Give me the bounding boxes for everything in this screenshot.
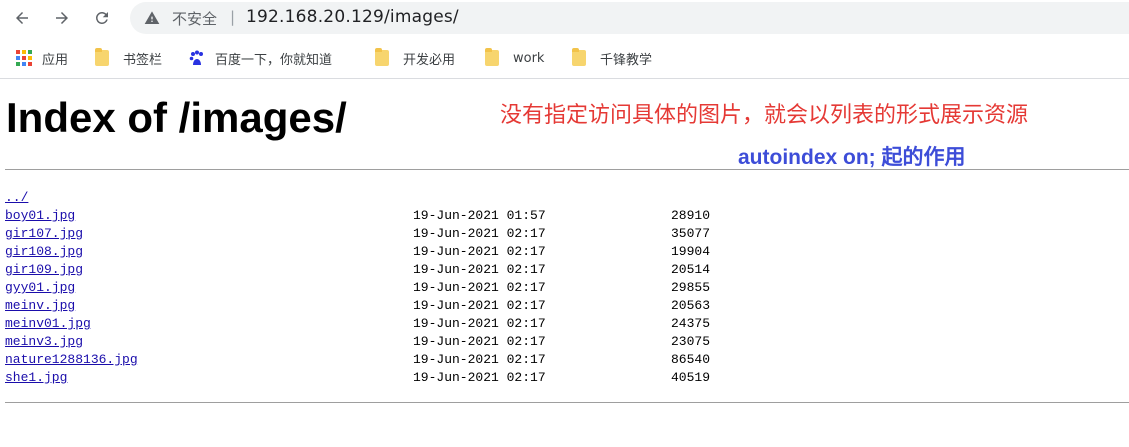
file-link[interactable]: she1.jpg bbox=[5, 369, 67, 387]
forward-button[interactable] bbox=[48, 4, 76, 32]
folder-icon bbox=[375, 48, 389, 66]
file-size: 40519 bbox=[670, 370, 710, 385]
file-size: 20514 bbox=[670, 262, 710, 277]
file-size: 35077 bbox=[670, 226, 710, 241]
folder-icon bbox=[95, 48, 109, 66]
list-item: ../ bbox=[5, 189, 905, 207]
annotation-red: 没有指定访问具体的图片，就会以列表的形式展示资源 bbox=[500, 103, 1029, 128]
list-item: gir108.jpg 19-Jun-2021 02:17 19904 bbox=[5, 243, 905, 261]
bookmark-folder-dev[interactable]: 开发必用 bbox=[375, 47, 455, 69]
bookmark-folder-teaching[interactable]: 千锋教学 bbox=[572, 47, 652, 69]
file-link[interactable]: gir107.jpg bbox=[5, 225, 83, 243]
folder-icon bbox=[485, 48, 499, 66]
bookmark-folder-work[interactable]: work bbox=[485, 47, 544, 69]
file-link[interactable]: nature1288136.jpg bbox=[5, 351, 138, 369]
file-link[interactable]: meinv.jpg bbox=[5, 297, 75, 315]
warning-triangle-icon bbox=[144, 11, 160, 24]
reload-icon bbox=[95, 11, 108, 24]
folder-icon bbox=[572, 48, 586, 66]
list-item: nature1288136.jpg 19-Jun-2021 02:17 8654… bbox=[5, 351, 905, 369]
bookmark-folder-bookmarks[interactable]: 书签栏 bbox=[95, 47, 162, 69]
file-size: 28910 bbox=[670, 208, 710, 223]
apps-grid-icon bbox=[16, 50, 32, 66]
file-date: 19-Jun-2021 02:17 bbox=[413, 280, 546, 295]
url-text[interactable]: 192.168.20.129/images/ bbox=[246, 7, 459, 27]
divider-bottom bbox=[5, 402, 1129, 403]
bookmark-baidu[interactable]: 百度一下，你就知道 bbox=[189, 47, 332, 69]
list-item: boy01.jpg 19-Jun-2021 01:57 28910 bbox=[5, 207, 905, 225]
omnibox-separator: | bbox=[230, 8, 236, 26]
file-size: 24375 bbox=[670, 316, 710, 331]
baidu-paw-icon bbox=[189, 50, 203, 65]
bookmarks-bar: 应用 书签栏 百度一下，你就知道 开发必用 work 千锋教学 bbox=[0, 38, 1129, 79]
address-bar[interactable]: 不安全 | 192.168.20.129/images/ bbox=[130, 2, 1129, 34]
arrow-right-icon bbox=[56, 12, 68, 24]
parent-directory-link[interactable]: ../ bbox=[5, 189, 28, 207]
bookmark-label: 千锋教学 bbox=[600, 52, 653, 68]
bookmark-label: 应用 bbox=[42, 52, 69, 68]
bookmark-label: 开发必用 bbox=[403, 52, 456, 68]
bookmark-label: 书签栏 bbox=[123, 52, 163, 68]
file-date: 19-Jun-2021 02:17 bbox=[413, 370, 546, 385]
bookmark-label: work bbox=[513, 50, 545, 66]
file-link[interactable]: meinv3.jpg bbox=[5, 333, 83, 351]
file-date: 19-Jun-2021 02:17 bbox=[413, 316, 546, 331]
bookmark-apps[interactable]: 应用 bbox=[16, 47, 68, 69]
list-item: she1.jpg 19-Jun-2021 02:17 40519 bbox=[5, 369, 905, 387]
list-item: meinv3.jpg 19-Jun-2021 02:17 23075 bbox=[5, 333, 905, 351]
annotation-blue: autoindex on; 起的作用 bbox=[738, 146, 966, 169]
file-link[interactable]: meinv01.jpg bbox=[5, 315, 91, 333]
file-link[interactable]: gir108.jpg bbox=[5, 243, 83, 261]
file-size: 20563 bbox=[670, 298, 710, 313]
file-date: 19-Jun-2021 02:17 bbox=[413, 334, 546, 349]
file-date: 19-Jun-2021 02:17 bbox=[413, 352, 546, 367]
list-item: meinv01.jpg 19-Jun-2021 02:17 24375 bbox=[5, 315, 905, 333]
reload-button[interactable] bbox=[88, 4, 116, 32]
file-link[interactable]: gyy01.jpg bbox=[5, 279, 75, 297]
file-date: 19-Jun-2021 01:57 bbox=[413, 208, 546, 223]
file-date: 19-Jun-2021 02:17 bbox=[413, 226, 546, 241]
list-item: gir107.jpg 19-Jun-2021 02:17 35077 bbox=[5, 225, 905, 243]
browser-toolbar: 不安全 | 192.168.20.129/images/ bbox=[0, 0, 1129, 36]
file-date: 19-Jun-2021 02:17 bbox=[413, 262, 546, 277]
file-size: 23075 bbox=[670, 334, 710, 349]
file-link[interactable]: gir109.jpg bbox=[5, 261, 83, 279]
file-date: 19-Jun-2021 02:17 bbox=[413, 244, 546, 259]
file-size: 19904 bbox=[670, 244, 710, 259]
file-link[interactable]: boy01.jpg bbox=[5, 207, 75, 225]
list-item: gir109.jpg 19-Jun-2021 02:17 20514 bbox=[5, 261, 905, 279]
bookmark-label: 百度一下，你就知道 bbox=[215, 52, 333, 68]
divider-top bbox=[5, 169, 1129, 170]
file-size: 86540 bbox=[670, 352, 710, 367]
arrow-left-icon bbox=[16, 12, 28, 24]
back-button[interactable] bbox=[8, 4, 36, 32]
file-listing: ../ boy01.jpg 19-Jun-2021 01:57 28910 gi… bbox=[5, 189, 905, 387]
file-size: 29855 bbox=[670, 280, 710, 295]
file-date: 19-Jun-2021 02:17 bbox=[413, 298, 546, 313]
list-item: meinv.jpg 19-Jun-2021 02:17 20563 bbox=[5, 297, 905, 315]
security-status-label[interactable]: 不安全 bbox=[172, 8, 217, 29]
page-title: Index of /images/ bbox=[6, 94, 347, 141]
list-item: gyy01.jpg 19-Jun-2021 02:17 29855 bbox=[5, 279, 905, 297]
